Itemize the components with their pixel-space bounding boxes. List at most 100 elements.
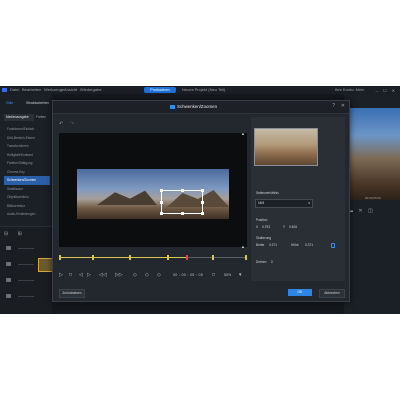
preview-image (345, 108, 400, 200)
keyframe-marker[interactable] (129, 255, 132, 260)
ok-button[interactable]: OK (288, 289, 312, 296)
keyframe-timeline[interactable] (59, 253, 247, 263)
account-label[interactable]: Ihre Konto: Mein (335, 86, 364, 94)
effects-list-item[interactable]: Audio-Einstellungen (4, 210, 50, 219)
previous-frame-icon[interactable]: ◁ (79, 271, 83, 279)
undo-icon[interactable]: ↶ (59, 121, 63, 127)
app-logo-icon (2, 88, 7, 92)
zoom-dropdown-icon[interactable]: ▾ (239, 271, 242, 279)
width-label: Breite (256, 243, 265, 247)
subtab-media-output[interactable]: Medienausgabe (4, 114, 34, 121)
subtab-colors[interactable]: Farben (34, 114, 48, 121)
position-label: Position (256, 218, 268, 222)
track-icon (6, 294, 11, 298)
menu-file[interactable]: Datei (10, 86, 19, 94)
cancel-button[interactable]: Abbrechen (319, 289, 345, 298)
help-icon[interactable]: ? (332, 103, 335, 109)
redo-icon[interactable]: ↷ (70, 121, 74, 127)
menu-playback[interactable]: Wiedergabe (80, 86, 102, 94)
effects-list-item[interactable]: Objektkorrektur (4, 193, 50, 202)
timecode[interactable]: 00 : 00 : 05 : 05 (173, 271, 203, 279)
effects-list-item[interactable]: Farbton/Sättigung (4, 159, 50, 168)
effects-list-item[interactable]: Funktionen/Einfach (4, 125, 50, 134)
produce-button[interactable]: Produzieren (144, 87, 176, 93)
close-icon[interactable]: ✕ (341, 103, 345, 109)
next-keyframe-icon[interactable]: ▷▷ (115, 271, 123, 279)
effects-list-item[interactable]: Transformieren (4, 142, 50, 151)
zoom-level[interactable]: 50% (224, 271, 231, 279)
playback-controls: ▷ □ ◁ ▷ ◁◁ ▷▷ ◇ ◇ ◇ 00 : 00 : 05 : 05 □ … (59, 271, 247, 279)
track-line (18, 264, 34, 265)
mountain-shape (97, 190, 157, 205)
properties-panel: Seitenverhältnis 16:9 ▾ Position X 0.793… (251, 117, 345, 281)
thumbnail-frame (254, 128, 318, 166)
scale-up-arrow-icon[interactable]: ▲ (241, 131, 245, 136)
menu-tools[interactable]: Werkzeuge (44, 86, 64, 94)
pan-zoom-icon (170, 105, 175, 109)
dialog-title-bar: Schwenken/Zoomen ? ✕ (53, 101, 349, 114)
remove-keyframe-icon[interactable]: ◇ (145, 271, 149, 279)
effects-list-item[interactable]: Helligkeit/Kontrast (4, 151, 50, 160)
track-line (18, 248, 34, 249)
resize-handle[interactable] (160, 212, 163, 215)
resize-handle[interactable] (201, 189, 204, 192)
track-row[interactable] (6, 277, 36, 284)
effects-list-item[interactable]: Schwenken/Zoomen (4, 176, 50, 185)
resize-handle[interactable] (160, 201, 163, 204)
track-row[interactable] (6, 293, 36, 300)
effects-list-item[interactable]: Bildkorrektur (4, 202, 50, 211)
previous-keyframe-icon[interactable]: ◁◁ (99, 271, 107, 279)
keyframe-marker[interactable] (245, 255, 247, 260)
timeline-tools[interactable]: ⊟ ⊞ (4, 231, 26, 237)
height-label: Höhe (291, 243, 299, 247)
preview-tools[interactable]: ▬ ✕ ◫ (348, 208, 375, 214)
tab-styles[interactable]: Stile (6, 101, 13, 105)
y-label: Y (283, 225, 286, 229)
dialog-title: Schwenken/Zoomen (177, 104, 218, 109)
effects-list-item[interactable]: Chroma Key (4, 168, 50, 177)
project-title: Neues Projekt (Neu Teil) (182, 87, 226, 92)
aspect-ratio-label: Seitenverhältnis (256, 191, 279, 195)
scale-down-arrow-icon[interactable]: ▲ (241, 244, 245, 249)
effects-list: Funktionen/Einfach Dritt-Bereich-Ebene Tra… (4, 125, 50, 219)
video-frame (77, 169, 229, 219)
resize-handle[interactable] (160, 189, 163, 192)
keyframe-marker[interactable] (91, 255, 94, 260)
height-field[interactable]: 0.371 (305, 243, 313, 247)
resize-handle[interactable] (201, 201, 204, 204)
tab-structured[interactable]: Strukturierten (26, 101, 49, 105)
track-icon (6, 262, 11, 266)
aspect-ratio-select[interactable]: 16:9 ▾ (255, 199, 313, 208)
crop-rectangle[interactable] (160, 189, 204, 215)
stop-icon[interactable]: □ (69, 271, 72, 279)
copy-keyframe-icon[interactable]: ◇ (157, 271, 161, 279)
panel-subtabs: Medienausgabe Farben (4, 114, 48, 121)
preview-stage: ▲ ▲ (59, 131, 247, 249)
lock-aspect-icon[interactable] (331, 243, 335, 248)
resize-handle[interactable] (181, 212, 184, 215)
keyframe-marker[interactable] (59, 255, 61, 260)
keyframe-marker[interactable] (167, 255, 170, 260)
track-row[interactable] (6, 245, 36, 252)
reset-button[interactable]: Zurücksetzen (59, 289, 85, 298)
effects-list-item[interactable]: Dritt-Bereich-Ebene (4, 134, 50, 143)
track-row[interactable] (6, 261, 36, 268)
menu-edit[interactable]: Bearbeiten (22, 86, 41, 94)
keyframe-marker[interactable] (212, 255, 215, 260)
y-field[interactable]: 0.626 (289, 225, 297, 229)
x-field[interactable]: 0.793 (262, 225, 270, 229)
resize-handle[interactable] (181, 189, 184, 192)
menu-view[interactable]: Ansicht (64, 86, 77, 94)
effects-list-item[interactable]: Stabilisator (4, 185, 50, 194)
add-keyframe-icon[interactable]: ◇ (133, 271, 137, 279)
play-icon[interactable]: ▷ (59, 271, 63, 279)
playhead-marker[interactable] (185, 255, 188, 260)
track-icon (6, 278, 11, 282)
resize-handle[interactable] (201, 212, 204, 215)
rotation-field[interactable]: 0 (271, 260, 273, 264)
fit-view-icon[interactable]: □ (212, 271, 215, 279)
next-frame-icon[interactable]: ▷ (87, 271, 91, 279)
track-line (18, 280, 34, 281)
x-label: X (256, 225, 259, 229)
width-field[interactable]: 0.371 (269, 243, 277, 247)
